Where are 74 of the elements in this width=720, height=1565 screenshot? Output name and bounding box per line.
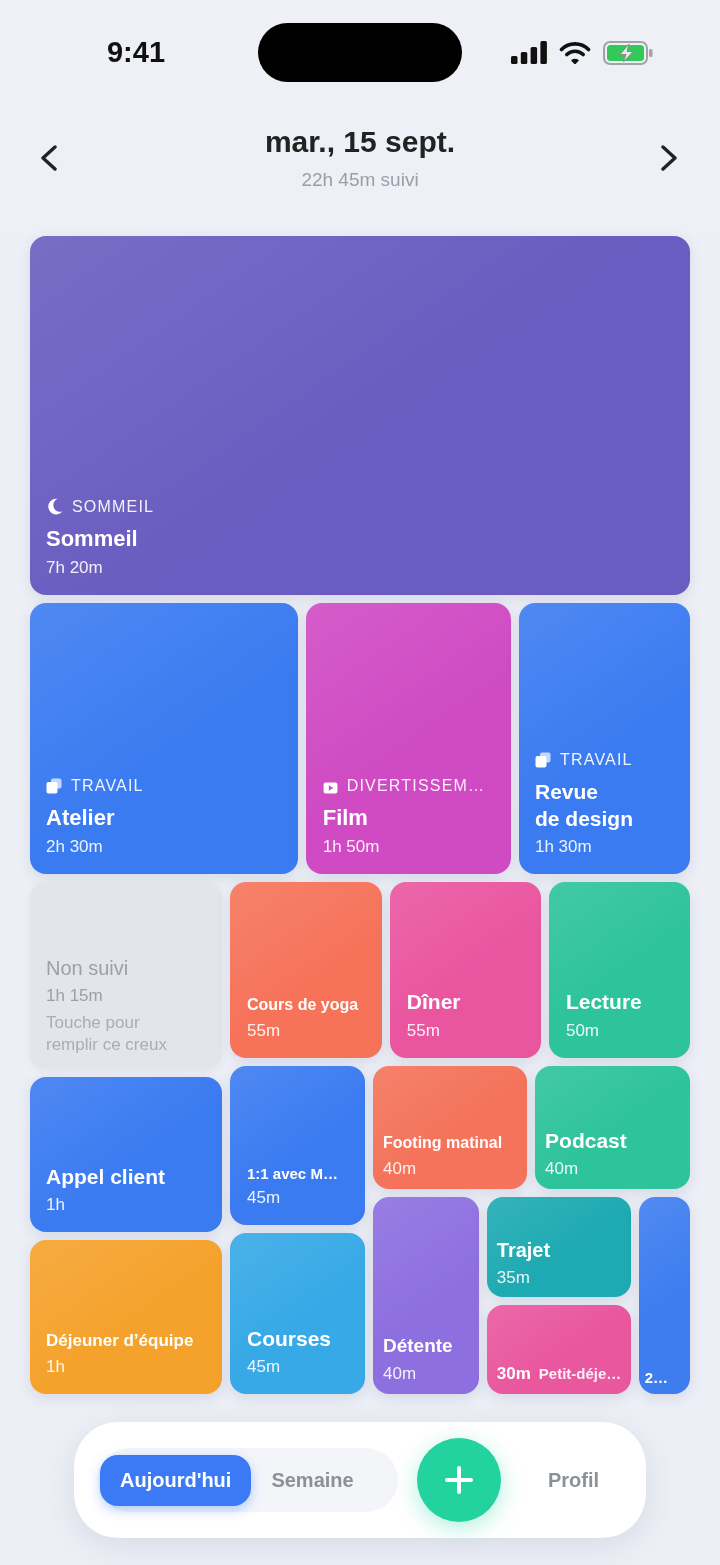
untracked-title: Non suivi [46, 956, 129, 982]
activity-title: 2… [644, 1368, 669, 1388]
activity-duration: 2h 30m [46, 836, 103, 859]
activity-title: Sommeil [46, 524, 138, 553]
battery-charging-icon [603, 40, 653, 65]
category-label: DIVERTISSEM… [346, 775, 486, 796]
activity-tile[interactable]: Courses 45m [230, 1233, 365, 1394]
signal-icon [511, 41, 547, 64]
activity-title: Film [322, 803, 368, 832]
activity-title: Petit-déje… [538, 1364, 622, 1384]
category-label: SOMMEIL [72, 496, 155, 517]
activity-duration: 1h 30m [534, 836, 592, 859]
activity-tile[interactable]: 30m Petit-déje… [486, 1305, 631, 1394]
activity-duration: 1h 50m [322, 836, 380, 859]
activity-duration: 55m [406, 1019, 440, 1042]
activity-duration: 45m [247, 1187, 281, 1210]
segment-tab[interactable]: Semaine [251, 1454, 374, 1506]
activity-duration: 35m [496, 1267, 530, 1290]
category-label: TRAVAIL [71, 775, 144, 796]
activity-duration: 7h 20m [46, 557, 103, 580]
activity-tile[interactable]: DIVERTISSEM… Film 1h 50m [305, 603, 511, 875]
activity-tile[interactable]: Dîner 55m [389, 882, 541, 1058]
activity-duration: 40m [545, 1157, 579, 1180]
activity-tile[interactable]: Appel client 1h [30, 1077, 222, 1232]
status-time: 9:41 [105, 36, 165, 69]
activity-duration: 1h [46, 1194, 65, 1216]
layers-icon [46, 777, 62, 794]
activity-title: Trajet [496, 1238, 551, 1264]
activity-title: Dîner [406, 989, 461, 1016]
fill-gap-hint: Touche pour remplir ce creux [46, 1012, 167, 1057]
activity-title: Atelier [46, 803, 115, 832]
date-title: mar., 15 sept. [264, 124, 456, 160]
wifi-icon [559, 41, 591, 64]
activity-title: Cours de yoga [247, 994, 359, 1015]
activity-duration: 1h [46, 1356, 65, 1378]
tracked-total: 22h 45m suivi [301, 168, 419, 192]
activity-tile[interactable]: Footing matinal 40m [373, 1065, 528, 1189]
activity-tile[interactable]: TRAVAIL Atelier 2h 30m [30, 603, 298, 875]
activity-title: Footing matinal [383, 1133, 503, 1154]
chevron-left-icon[interactable] [40, 145, 58, 171]
activity-duration: 40m [383, 1157, 417, 1180]
activity-duration: 40m [383, 1363, 417, 1385]
activity-tile[interactable]: Cours de yoga 55m [230, 882, 382, 1058]
chevron-right-icon[interactable] [660, 145, 678, 171]
activity-tile[interactable]: Lecture 50m [548, 882, 690, 1058]
video-icon [322, 782, 338, 795]
plus-icon [445, 1466, 473, 1494]
moon-icon [46, 498, 63, 516]
activity-title: Lecture [565, 989, 642, 1016]
activity-title: Détente [383, 1334, 453, 1359]
activity-title: Appel client [46, 1163, 166, 1190]
activity-duration: 55m [247, 1019, 281, 1042]
untracked-duration: 1h 15m [46, 985, 103, 1008]
segment-tab[interactable]: Aujourd'hui [100, 1454, 252, 1506]
category-label: TRAVAIL [559, 749, 633, 770]
activity-title: Podcast [545, 1127, 627, 1154]
activity-tile[interactable]: Podcast 40m [535, 1065, 690, 1189]
activity-tile[interactable]: Déjeuner d’équipe 1h [30, 1240, 222, 1394]
activity-tile[interactable]: Trajet 35m [486, 1196, 631, 1298]
activity-tile[interactable]: Détente 40m [373, 1196, 479, 1394]
activity-duration: 50m [565, 1019, 599, 1042]
activity-title: Déjeuner d’équipe [46, 1329, 194, 1352]
layers-icon [534, 751, 551, 768]
activity-tile[interactable]: 2… [638, 1196, 690, 1394]
activity-title: 1:1 avec M… [247, 1163, 338, 1184]
activity-title: Courses [247, 1325, 332, 1352]
activity-duration: 45m [247, 1356, 281, 1378]
activity-tile[interactable]: 1:1 avec M… 45m [230, 1065, 365, 1226]
activity-duration: 30m [496, 1363, 531, 1385]
activity-tile[interactable]: SOMMEIL Sommeil 7h 20m [30, 236, 690, 596]
untracked-tile[interactable]: Non suivi 1h 15m Touche pour remplir ce creux [30, 882, 222, 1070]
activity-tile[interactable]: TRAVAIL Revue de design 1h 30m [518, 603, 690, 875]
activity-title: Revue de design [534, 778, 633, 832]
profile-tab[interactable]: Profil [543, 1462, 604, 1498]
